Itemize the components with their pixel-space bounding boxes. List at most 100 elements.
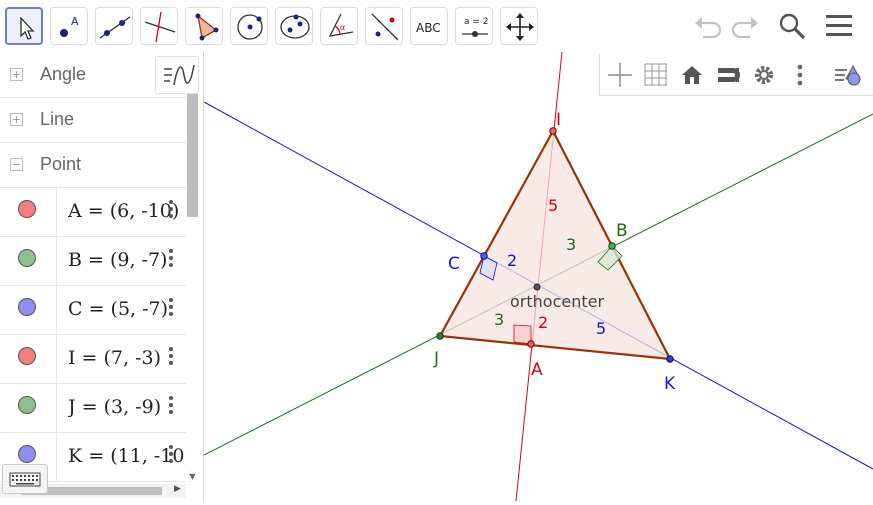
vertical-scrollbar[interactable] (187, 92, 198, 217)
gear-icon (755, 66, 773, 84)
move-cross-icon (506, 13, 534, 41)
main-menu-button[interactable] (822, 10, 856, 44)
label-orthocenter: orthocenter (510, 292, 604, 311)
algebra-row-point-a[interactable]: A = (6, -10) (0, 187, 186, 237)
point-orthocenter[interactable] (533, 283, 541, 291)
search-icon (779, 13, 806, 40)
standard-view-button[interactable] (677, 60, 707, 90)
row-divider (56, 285, 57, 334)
geometry-canvas[interactable]: I B C J A K orthocenter 5 2 3 3 2 5 (203, 51, 873, 502)
move-tool-button[interactable] (5, 7, 43, 45)
home-icon (682, 66, 702, 84)
visibility-marble-icon[interactable] (18, 396, 36, 414)
visibility-marble-icon[interactable] (18, 249, 36, 267)
group-label: Line (40, 109, 75, 129)
more-options-icon[interactable] (168, 200, 174, 222)
more-options-icon[interactable] (168, 298, 174, 320)
graphics-style-bar (599, 54, 873, 96)
keyboard-button[interactable] (2, 464, 48, 494)
graphics-settings-button[interactable] (749, 60, 779, 90)
more-options-button[interactable] (785, 60, 815, 90)
cursor-arrow-icon (20, 16, 35, 40)
expand-toggle-icon[interactable]: + (10, 113, 23, 126)
triangle-ijk[interactable] (438, 128, 672, 361)
point-k[interactable] (666, 355, 674, 363)
point-a[interactable] (527, 340, 535, 348)
point-j[interactable] (436, 332, 444, 340)
row-divider (56, 432, 57, 481)
graphics-view[interactable]: I B C J A K orthocenter 5 2 3 3 2 5 (203, 51, 873, 502)
segment-length-bh: 3 (566, 235, 576, 254)
label-k: K (664, 374, 676, 394)
redo-button[interactable] (728, 10, 762, 44)
more-options-icon[interactable] (168, 347, 174, 369)
point-tool-button[interactable]: A (50, 7, 88, 45)
expand-toggle-icon[interactable]: + (10, 68, 23, 81)
more-options-icon[interactable] (168, 396, 174, 418)
reflect-icon (371, 13, 399, 41)
collapse-toggle-icon[interactable]: − (10, 158, 23, 171)
move-graphics-tool-button[interactable] (500, 7, 538, 45)
row-divider (56, 383, 57, 432)
more-vertical-icon (797, 64, 803, 86)
polygon-tool-button[interactable] (185, 7, 223, 45)
line-icon (99, 16, 131, 39)
row-divider (56, 334, 57, 383)
circle-tool-button[interactable] (230, 7, 268, 45)
algebra-row-point-i[interactable]: I = (7, -3) (0, 334, 186, 384)
text-icon: ABC (416, 21, 441, 35)
label-i: I (556, 110, 561, 130)
algebra-row-point-b[interactable]: B = (9, -7) (0, 236, 186, 286)
style-bar-toggle-icon (835, 64, 861, 86)
point-b[interactable] (608, 242, 616, 250)
visibility-marble-icon[interactable] (18, 347, 36, 365)
segment-length-ch: 2 (507, 251, 517, 270)
toggle-axes-button[interactable] (605, 60, 635, 90)
angle-icon: α (328, 13, 354, 37)
right-angle-marker-a (513, 324, 532, 345)
reflect-tool-button[interactable] (365, 7, 403, 45)
label-a: A (531, 360, 543, 380)
text-tool-button[interactable]: ABC (410, 7, 448, 45)
keyboard-icon (9, 472, 41, 487)
slider-tool-button[interactable]: a = 2 (455, 7, 493, 45)
point-capturing-button[interactable] (713, 60, 743, 90)
angle-tool-label: α (340, 23, 345, 32)
more-options-icon[interactable] (168, 249, 174, 271)
undo-icon (695, 17, 722, 39)
algebra-row-point-c[interactable]: C = (5, -7) (0, 285, 186, 335)
perpendicular-line-icon (144, 11, 176, 43)
algebra-group-point[interactable]: − Point (0, 142, 186, 188)
slider-icon: a = 2 (462, 17, 489, 37)
scroll-right-arrow-icon[interactable]: ▶ (174, 484, 181, 494)
slider-tool-label: a = 2 (464, 17, 489, 27)
label-b: B (616, 221, 628, 241)
algebra-view: + Angle + Line − Point A = (6, -10) B = … (0, 52, 204, 501)
point-tool-label: A (71, 15, 79, 28)
group-label: Angle (40, 64, 87, 84)
algebra-row-point-j[interactable]: J = (3, -9) (0, 383, 186, 433)
more-options-icon[interactable] (168, 445, 174, 467)
search-button[interactable] (776, 10, 810, 44)
angle-tool-button[interactable]: α (320, 7, 358, 45)
line-tool-button[interactable] (95, 7, 133, 45)
conic-tool-button[interactable] (275, 7, 313, 45)
algebra-style-bar-toggle[interactable] (155, 56, 199, 94)
label-j: J (433, 349, 439, 369)
visibility-marble-icon[interactable] (18, 445, 36, 463)
graphics-style-toggle-button[interactable] (832, 60, 862, 90)
segment-length-ih: 5 (548, 196, 558, 215)
algebra-group-line[interactable]: + Line (0, 97, 186, 143)
perpendicular-line-tool-button[interactable] (140, 7, 178, 45)
point-icon: A (60, 15, 79, 37)
circle-icon (237, 14, 263, 40)
undo-button[interactable] (691, 10, 725, 44)
visibility-marble-icon[interactable] (18, 200, 36, 218)
grid-icon (644, 63, 667, 86)
point-c[interactable] (480, 252, 488, 260)
toggle-grid-button[interactable] (641, 60, 671, 90)
scroll-down-arrow-icon[interactable]: ▼ (187, 472, 198, 482)
segment-length-hk: 5 (596, 319, 606, 338)
visibility-marble-icon[interactable] (18, 298, 36, 316)
row-divider (56, 236, 57, 285)
